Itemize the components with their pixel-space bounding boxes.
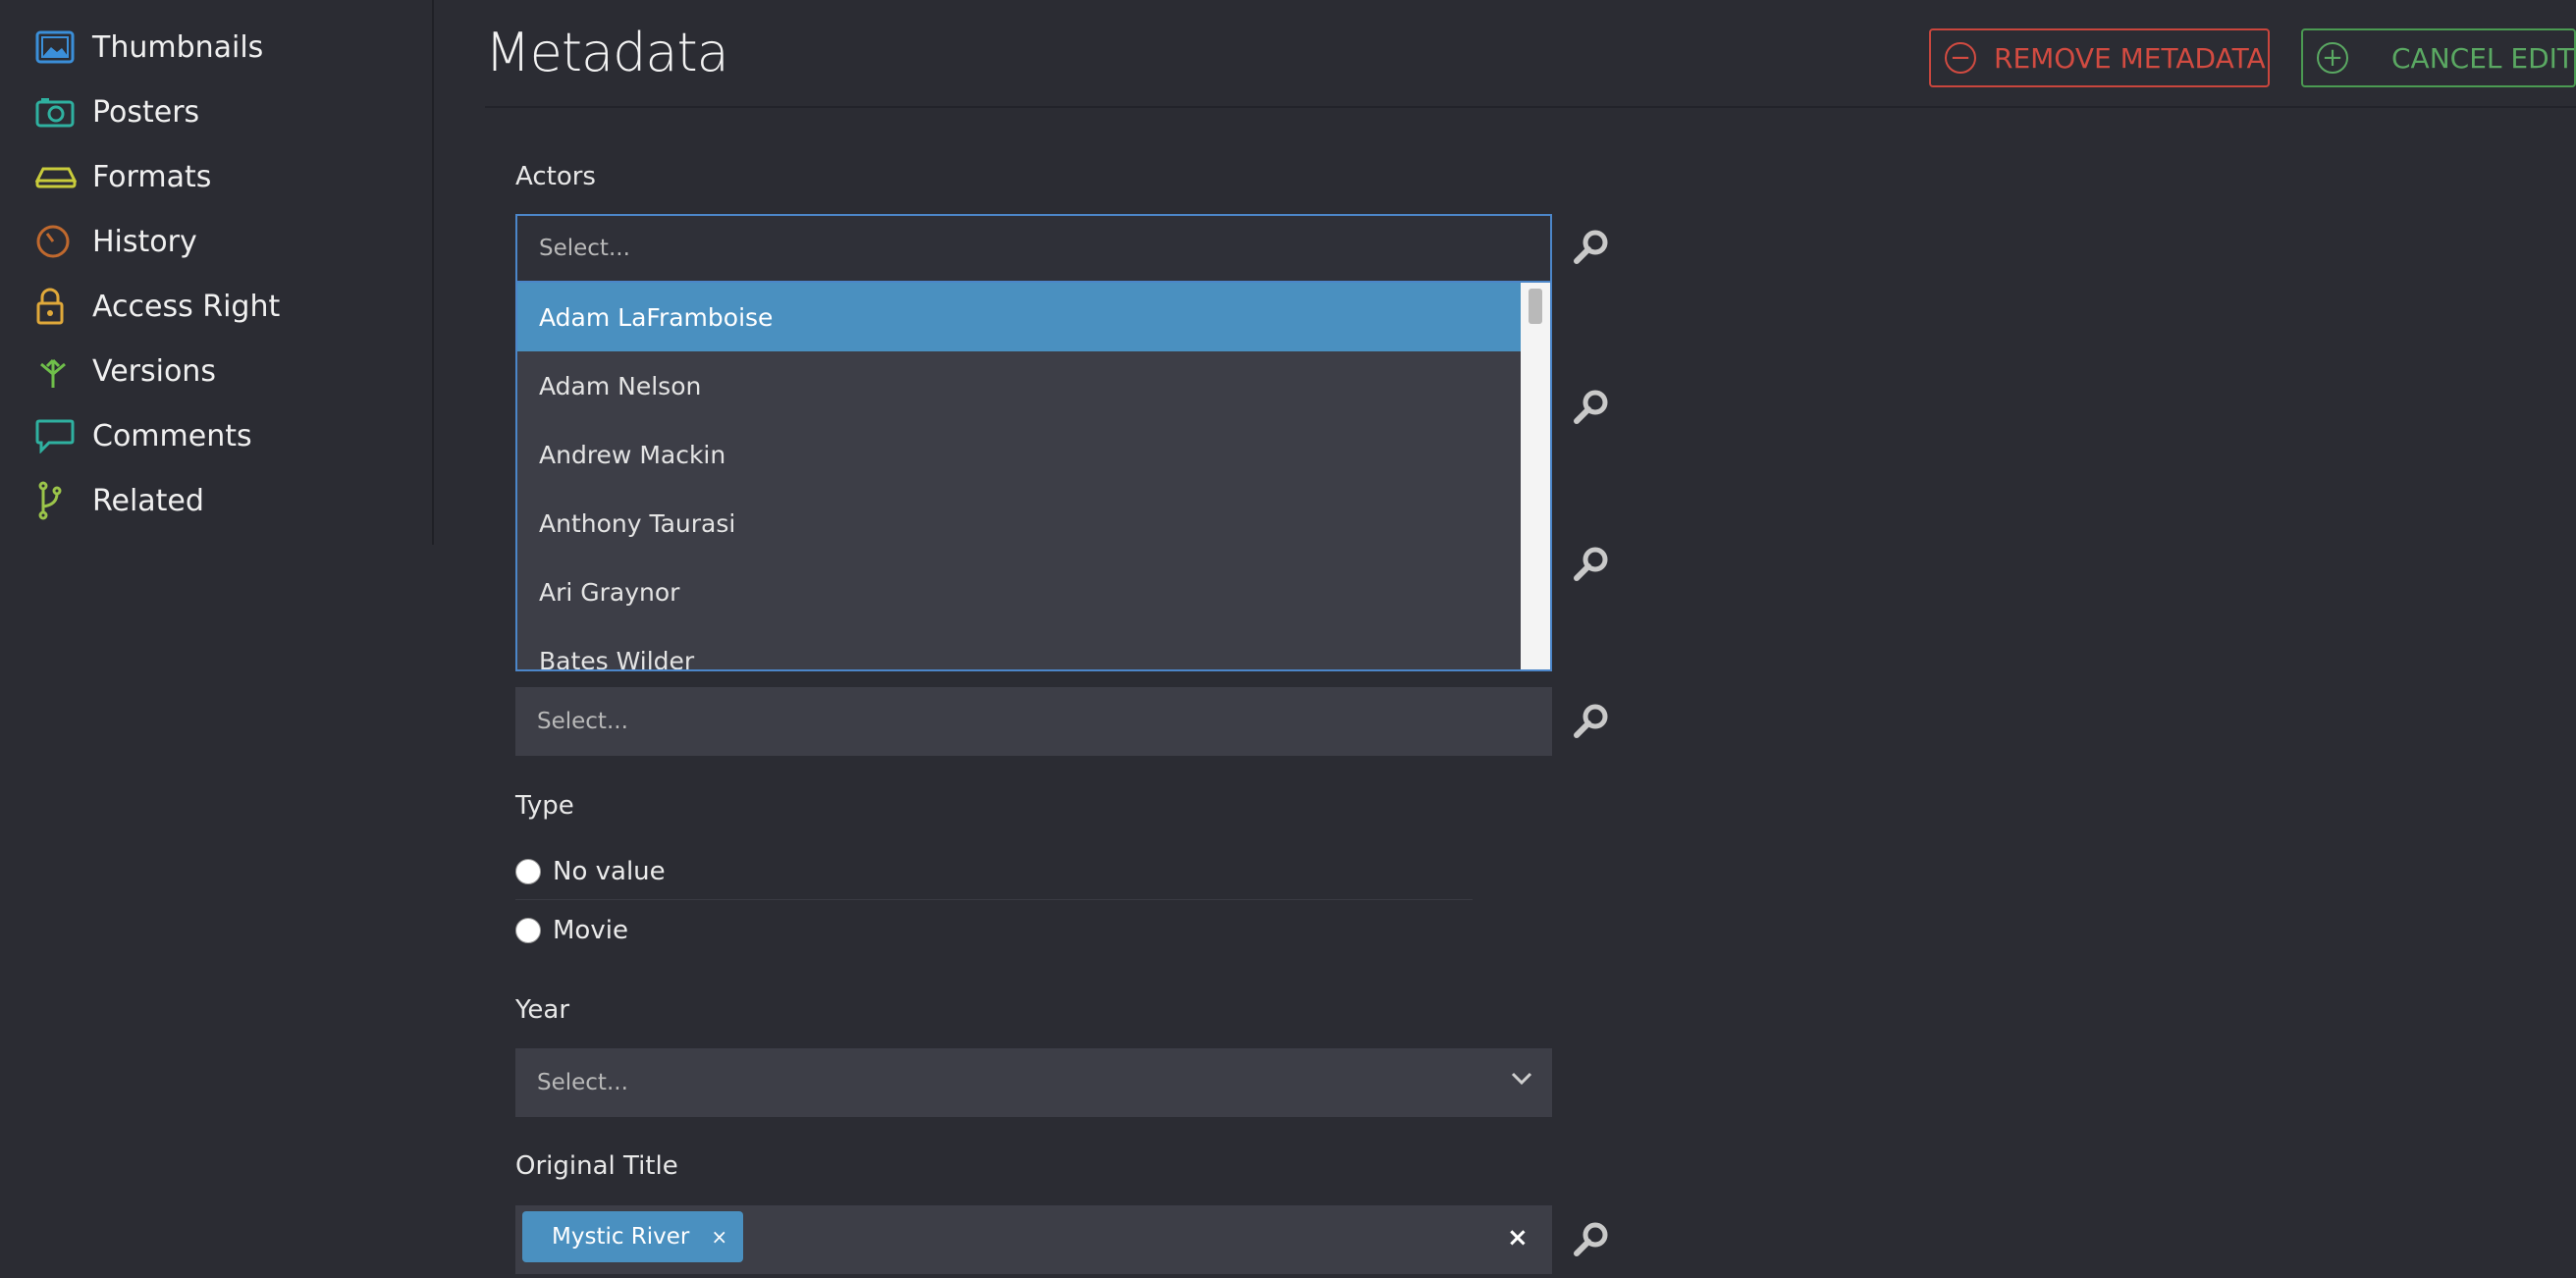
- sidebar-item-access-right[interactable]: Access Right: [35, 279, 280, 334]
- sidebar-item-label: History: [92, 224, 197, 259]
- actors-label: Actors: [515, 162, 596, 191]
- tag-label: Mystic River: [552, 1224, 690, 1250]
- image-icon: [35, 27, 80, 67]
- radio-button[interactable]: [515, 859, 541, 884]
- select-placeholder: Select...: [537, 709, 628, 734]
- search-icon[interactable]: [1572, 702, 1611, 741]
- remove-metadata-label: REMOVE METADATA: [1994, 41, 2266, 75]
- speech-bubble-icon: [35, 416, 80, 455]
- search-icon[interactable]: [1572, 388, 1611, 427]
- dropdown-option[interactable]: Bates Wilder: [517, 626, 1523, 670]
- divider: [515, 899, 1473, 900]
- cancel-edit-label: CANCEL EDIT: [2391, 41, 2575, 75]
- page-title: Metadata: [485, 22, 729, 83]
- sidebar-item-thumbnails[interactable]: Thumbnails: [35, 20, 263, 75]
- sidebar-item-comments[interactable]: Comments: [35, 408, 252, 463]
- tag-remove-icon[interactable]: ×: [711, 1225, 727, 1249]
- sidebar-item-related[interactable]: Related: [35, 473, 204, 528]
- sidebar-item-label: Thumbnails: [92, 29, 264, 65]
- dropdown-option[interactable]: Anthony Taurasi: [517, 489, 1523, 558]
- select-input[interactable]: Select...: [515, 687, 1552, 756]
- lock-icon: [35, 287, 80, 326]
- radio-button[interactable]: [515, 918, 541, 943]
- chevron-down-icon[interactable]: [1511, 1072, 1532, 1086]
- year-label: Year: [515, 995, 570, 1025]
- plus-circle-icon: +: [2317, 42, 2348, 74]
- branch-arrows-icon: [35, 351, 80, 391]
- type-label: Type: [515, 791, 574, 821]
- year-placeholder: Select...: [537, 1070, 628, 1095]
- header-divider: [485, 106, 2576, 108]
- tag-chip: Mystic River ×: [522, 1211, 744, 1262]
- type-radio-movie[interactable]: Movie: [515, 916, 628, 945]
- search-icon[interactable]: [1572, 1220, 1611, 1259]
- type-radio-no-value[interactable]: No value: [515, 857, 666, 886]
- sidebar-item-formats[interactable]: Formats: [35, 149, 211, 204]
- dropdown-option[interactable]: Andrew Mackin: [517, 420, 1523, 489]
- search-icon[interactable]: [1572, 545, 1611, 584]
- sidebar-item-label: Formats: [92, 159, 212, 194]
- remove-metadata-button[interactable]: − REMOVE METADATA: [1929, 28, 2270, 87]
- sidebar-item-label: Comments: [92, 418, 252, 453]
- clock-icon: [35, 222, 80, 261]
- dropdown-option[interactable]: Adam Nelson: [517, 351, 1523, 420]
- camera-icon: [35, 92, 80, 132]
- sidebar-item-history[interactable]: History: [35, 214, 197, 269]
- actors-select-input[interactable]: Select...: [515, 214, 1552, 283]
- clear-icon[interactable]: ×: [1507, 1223, 1529, 1252]
- cancel-edit-button[interactable]: + CANCEL EDIT: [2301, 28, 2576, 87]
- radio-label: Movie: [553, 916, 628, 945]
- year-select[interactable]: Select...: [515, 1048, 1552, 1117]
- hard-drive-icon: [35, 157, 80, 196]
- dropdown-scrollbar[interactable]: [1521, 283, 1550, 669]
- dropdown-option[interactable]: Ari Graynor: [517, 558, 1523, 626]
- sidebar-item-label: Access Right: [92, 289, 281, 324]
- actors-dropdown-menu: Adam LaFramboise Adam Nelson Andrew Mack…: [515, 283, 1552, 671]
- radio-label: No value: [553, 857, 666, 886]
- sidebar-item-versions[interactable]: Versions: [35, 344, 216, 399]
- git-branch-icon: [35, 481, 80, 520]
- sidebar-item-label: Posters: [92, 94, 200, 130]
- minus-circle-icon: −: [1945, 42, 1976, 74]
- sidebar-item-label: Versions: [92, 353, 216, 389]
- scrollbar-thumb[interactable]: [1529, 289, 1542, 324]
- actors-placeholder: Select...: [539, 236, 630, 261]
- dropdown-option[interactable]: Adam LaFramboise: [517, 283, 1523, 351]
- original-title-label: Original Title: [515, 1151, 678, 1181]
- sidebar-item-posters[interactable]: Posters: [35, 84, 199, 139]
- sidebar: Thumbnails Posters Formats History Acces…: [0, 0, 434, 545]
- search-icon[interactable]: [1572, 228, 1611, 267]
- sidebar-item-label: Related: [92, 483, 204, 518]
